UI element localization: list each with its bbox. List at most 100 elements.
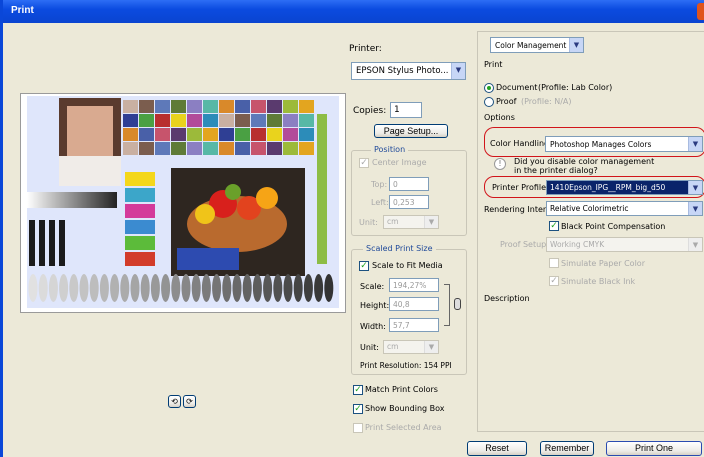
gray-step-oval <box>181 274 191 302</box>
match-print-colors-checkbox[interactable]: ✓ <box>353 385 363 395</box>
height-label: Height: <box>360 301 390 310</box>
close-button[interactable] <box>697 3 704 20</box>
gray-step-oval <box>99 274 109 302</box>
left-label: Left: <box>371 198 389 207</box>
color-handling-select[interactable]: Photoshop Manages Colors ▼ <box>545 136 703 152</box>
description-heading: Description <box>484 294 530 303</box>
gray-step-oval <box>140 274 150 302</box>
document-label: Document <box>496 83 538 92</box>
scaled-unit-label: Unit: <box>360 343 379 352</box>
simulate-paper-label: Simulate Paper Color <box>561 259 645 268</box>
color-swatch <box>139 114 154 127</box>
center-image-label: Center Image <box>372 158 427 167</box>
proof-label: Proof <box>496 97 517 106</box>
color-swatch <box>283 114 298 127</box>
color-swatch <box>123 114 138 127</box>
proof-radio[interactable] <box>484 97 494 107</box>
gray-step-oval <box>28 274 38 302</box>
center-image-checkbox[interactable]: ✓ <box>359 158 369 168</box>
color-swatch <box>299 114 314 127</box>
color-swatch <box>235 114 250 127</box>
rotate-left-button[interactable]: ⟲ <box>168 395 181 408</box>
printer-profile-select[interactable]: 1410Epson_IPG__RPM_big_d50 ▼ <box>546 180 703 195</box>
show-bounding-box-checkbox[interactable]: ✓ <box>353 404 363 414</box>
gray-step-oval <box>232 274 242 302</box>
link-bracket <box>444 284 450 326</box>
warning-line1: Did you disable color management <box>514 157 655 166</box>
color-swatch <box>187 114 202 127</box>
gray-step-oval <box>38 274 48 302</box>
scaled-group-title: Scaled Print Size <box>363 244 436 253</box>
gray-step-oval <box>130 274 140 302</box>
color-swatch <box>171 142 186 155</box>
color-swatch <box>203 114 218 127</box>
gray-step-oval <box>273 274 283 302</box>
color-swatch <box>203 142 218 155</box>
color-swatch <box>139 100 154 113</box>
simulate-paper-checkbox[interactable] <box>549 258 559 268</box>
printer-select[interactable]: EPSON Stylus Photo... ▼ <box>351 62 466 80</box>
reset-button[interactable]: Reset <box>467 441 527 456</box>
color-swatch <box>235 128 250 141</box>
gray-step-oval <box>252 274 262 302</box>
page-setup-button[interactable]: Page Setup... <box>374 124 448 138</box>
width-label: Width: <box>360 322 386 331</box>
printer-profile-value: 1410Epson_IPG__RPM_big_d50 <box>550 183 666 192</box>
scale-input[interactable]: 194,27% <box>389 278 439 292</box>
black-point-checkbox[interactable]: ✓ <box>549 221 559 231</box>
print-one-button[interactable]: Print One <box>606 441 702 456</box>
options-heading: Options <box>484 113 515 122</box>
color-swatch <box>123 100 138 113</box>
color-swatch <box>171 128 186 141</box>
rotate-right-button[interactable]: ⟳ <box>183 395 196 408</box>
test-chart-graphic <box>27 96 339 308</box>
gray-step-oval <box>171 274 181 302</box>
test-chart-image <box>27 96 339 308</box>
chain-link-icon[interactable] <box>454 298 461 310</box>
document-radio[interactable] <box>484 83 494 93</box>
rendering-intent-value: Relative Colorimetric <box>550 204 629 213</box>
rendering-intent-select[interactable]: Relative Colorimetric ▼ <box>546 201 703 216</box>
color-swatch <box>123 128 138 141</box>
gray-step-oval <box>263 274 273 302</box>
scale-label: Scale: <box>360 282 385 291</box>
copies-input[interactable]: 1 <box>390 102 422 118</box>
width-input[interactable]: 57,7 <box>389 318 439 332</box>
color-swatch <box>219 142 234 155</box>
height-input[interactable]: 40,8 <box>389 297 439 311</box>
print-selected-area-checkbox[interactable] <box>353 423 363 433</box>
color-swatch <box>283 100 298 113</box>
color-handling-label: Color Handling: <box>490 139 552 148</box>
chevron-down-icon: ▼ <box>569 38 583 52</box>
color-swatch <box>155 128 170 141</box>
gray-step-oval <box>89 274 99 302</box>
color-swatch <box>267 142 282 155</box>
proof-profile: (Profile: N/A) <box>521 97 572 106</box>
position-unit-select[interactable]: cm ▼ <box>383 215 439 229</box>
simulate-ink-checkbox[interactable]: ✓ <box>549 276 559 286</box>
gray-step-oval <box>303 274 313 302</box>
color-swatch <box>251 100 266 113</box>
scaled-unit-value: cm <box>387 342 399 351</box>
gray-step-oval <box>283 274 293 302</box>
print-resolution: Print Resolution: 154 PPI <box>360 361 452 370</box>
left-input[interactable]: 0,253 <box>389 195 429 209</box>
mode-select[interactable]: Color Management ▼ <box>490 37 584 53</box>
color-swatch <box>155 100 170 113</box>
gray-step-oval <box>59 274 69 302</box>
proof-setup-select[interactable]: Working CMYK ▼ <box>546 237 703 252</box>
color-swatch <box>187 142 202 155</box>
color-swatch <box>235 142 250 155</box>
color-swatch <box>267 128 282 141</box>
color-swatch <box>219 100 234 113</box>
remember-button[interactable]: Remember <box>540 441 594 456</box>
top-input[interactable]: 0 <box>389 177 429 191</box>
print-dialog: Print ⟲ ⟳ Printer: EPSON Stylus Photo...… <box>0 0 704 457</box>
color-swatch <box>299 100 314 113</box>
chevron-down-icon: ▼ <box>688 238 702 251</box>
proof-setup-value: Working CMYK <box>550 240 605 249</box>
gray-step-oval <box>110 274 120 302</box>
scale-to-fit-checkbox[interactable]: ✓ <box>359 261 369 271</box>
gray-step-oval <box>314 274 324 302</box>
scaled-unit-select[interactable]: cm ▼ <box>383 340 439 354</box>
